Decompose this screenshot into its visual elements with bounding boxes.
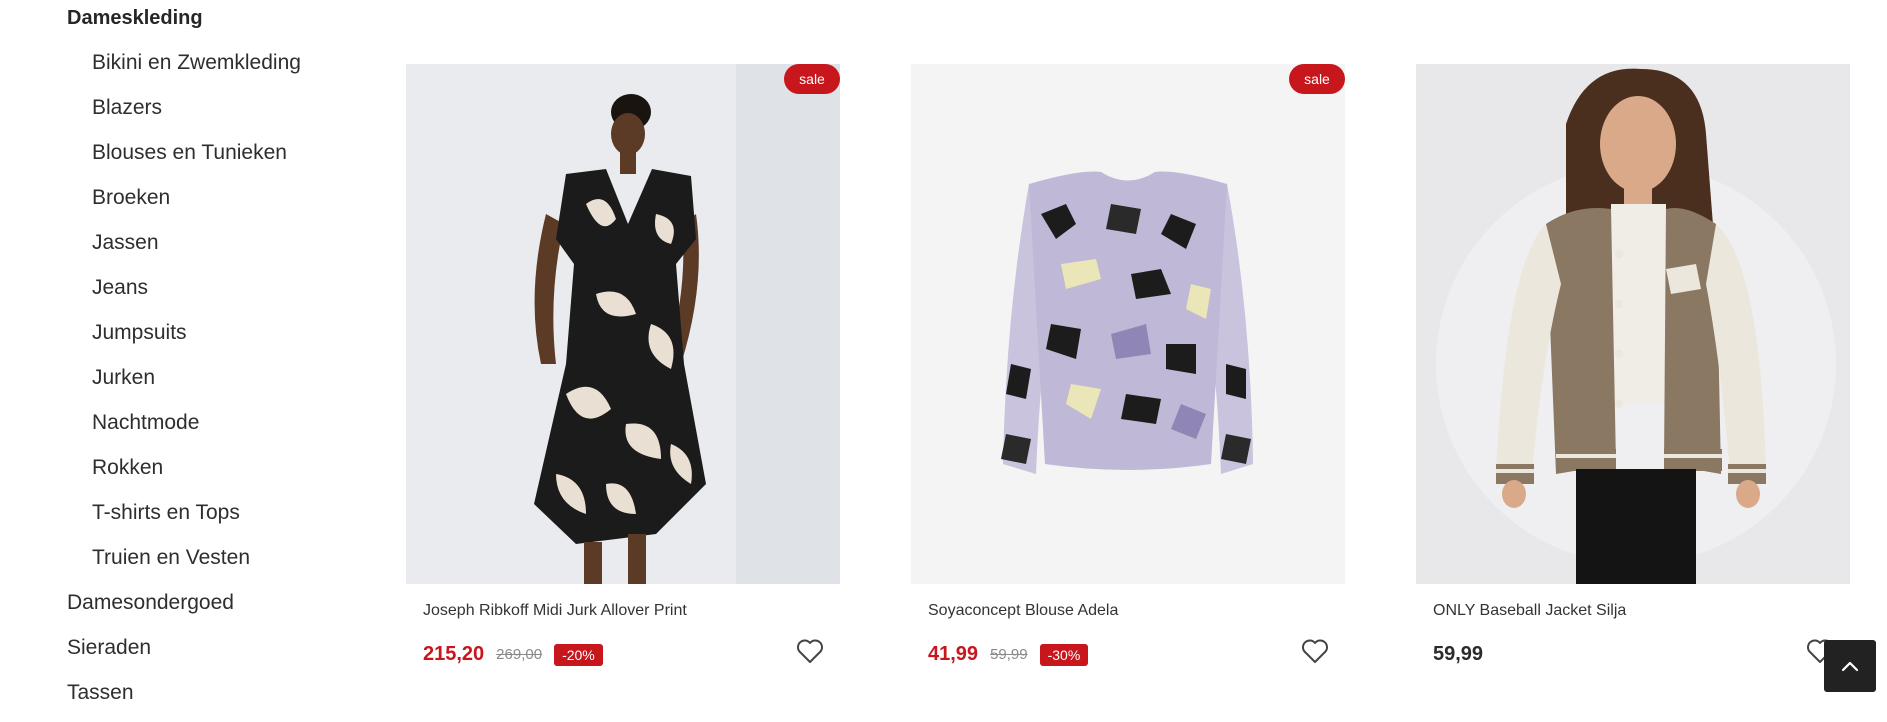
subcategory-blouses-tunieken[interactable]: Blouses en Tunieken: [92, 138, 301, 183]
discount-badge: -30%: [1039, 643, 1089, 666]
floral-blouse-image: [911, 64, 1345, 584]
original-price: 59,99: [990, 646, 1028, 663]
subcategory-rokken[interactable]: Rokken: [92, 453, 301, 498]
category-damesondergoed[interactable]: Damesondergoed: [67, 588, 234, 633]
heart-icon[interactable]: [796, 638, 824, 664]
price-row: 41,99 59,99 -30%: [928, 643, 1089, 666]
product-image[interactable]: sale: [406, 64, 840, 584]
subcategory-bikini-zwemkleding[interactable]: Bikini en Zwemkleding: [92, 48, 301, 93]
heart-icon[interactable]: [1301, 638, 1329, 664]
product-name[interactable]: ONLY Baseball Jacket Silja: [1433, 602, 1626, 620]
subcategory-broeken[interactable]: Broeken: [92, 183, 301, 228]
product-image[interactable]: sale: [911, 64, 1345, 584]
original-price: 269,00: [496, 646, 543, 663]
product-card[interactable]: sale Joseph Ribkoff Midi Jurk Allover Pr…: [406, 64, 840, 666]
category-tassen[interactable]: Tassen: [67, 678, 234, 722]
category-sieraden[interactable]: Sieraden: [67, 633, 234, 678]
price: 59,99: [1433, 643, 1484, 665]
sale-price: 41,99: [928, 643, 979, 665]
price-row: 215,20 269,00 -20%: [423, 643, 603, 666]
subcategory-blazers[interactable]: Blazers: [92, 93, 301, 138]
subcategory-jumpsuits[interactable]: Jumpsuits: [92, 318, 301, 363]
subcategory-jurken[interactable]: Jurken: [92, 363, 301, 408]
subcategory-list: Bikini en Zwemkleding Blazers Blouses en…: [92, 48, 301, 588]
product-name[interactable]: Soyaconcept Blouse Adela: [928, 602, 1118, 620]
product-name[interactable]: Joseph Ribkoff Midi Jurk Allover Print: [423, 602, 687, 620]
subcategory-tshirts-tops[interactable]: T-shirts en Tops: [92, 498, 301, 543]
category-list: Damesondergoed Sieraden Tassen: [67, 588, 234, 722]
subcategory-jassen[interactable]: Jassen: [92, 228, 301, 273]
scroll-to-top-button[interactable]: [1824, 640, 1876, 692]
product-image[interactable]: [1416, 64, 1850, 584]
sale-badge: sale: [784, 64, 840, 94]
baseball-jacket-image: [1416, 64, 1850, 584]
category-dameskleding[interactable]: Dameskleding: [67, 7, 203, 30]
chevron-up-icon: [1841, 661, 1859, 672]
product-card[interactable]: sale Soyaconcept Blouse Adela 41,99 59,9…: [911, 64, 1345, 666]
subcategory-nachtmode[interactable]: Nachtmode: [92, 408, 301, 453]
discount-badge: -20%: [554, 643, 603, 666]
product-card[interactable]: ONLY Baseball Jacket Silja 59,99: [1416, 64, 1850, 665]
price-row: 59,99: [1433, 643, 1483, 666]
sale-price: 215,20: [423, 643, 485, 665]
sale-badge: sale: [1289, 64, 1345, 94]
subcategory-jeans[interactable]: Jeans: [92, 273, 301, 318]
black-white-print-dress-image: [406, 64, 840, 584]
subcategory-truien-vesten[interactable]: Truien en Vesten: [92, 543, 301, 588]
